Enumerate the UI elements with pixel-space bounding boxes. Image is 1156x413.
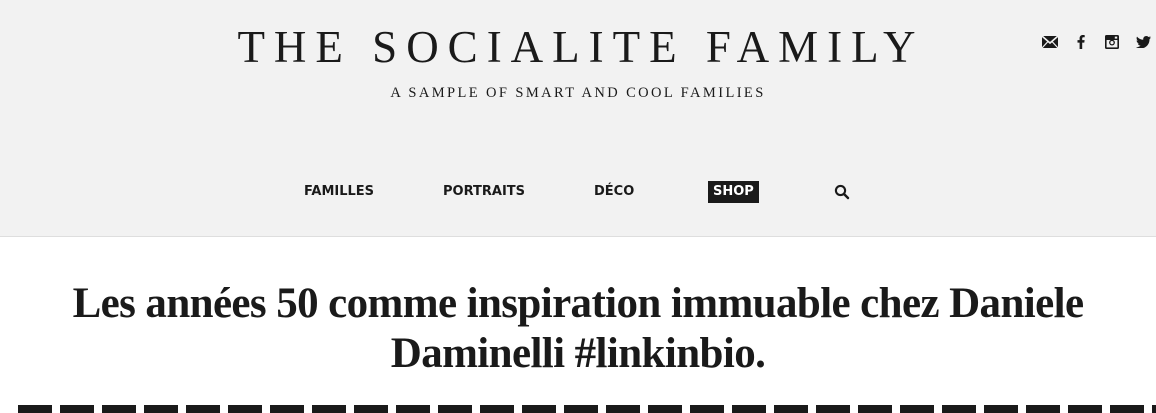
- dashed-divider: [18, 405, 1156, 413]
- instagram-icon[interactable]: [1102, 32, 1122, 52]
- facebook-icon[interactable]: [1071, 32, 1091, 52]
- mail-icon[interactable]: [1040, 32, 1060, 52]
- social-links: [1040, 32, 1156, 52]
- nav-item-portraits[interactable]: PORTRAITS: [443, 180, 525, 204]
- nav-item-familles[interactable]: FAMILLES: [304, 180, 374, 204]
- twitter-icon[interactable]: [1133, 32, 1153, 52]
- site-tagline: A SAMPLE OF SMART AND COOL FAMILIES: [390, 85, 766, 101]
- site-header: THE SOCIALITE FAMILY A SAMPLE OF SMART A…: [0, 0, 1156, 237]
- search-icon[interactable]: [834, 184, 850, 200]
- nav-item-shop[interactable]: SHOP: [708, 181, 759, 203]
- main-nav: FAMILLES PORTRAITS DÉCO SHOP: [0, 180, 1156, 204]
- site-title[interactable]: THE SOCIALITE FAMILY: [0, 20, 1156, 74]
- article-title: Les années 50 comme inspiration immuable…: [72, 280, 1084, 377]
- nav-item-deco[interactable]: DÉCO: [594, 180, 634, 204]
